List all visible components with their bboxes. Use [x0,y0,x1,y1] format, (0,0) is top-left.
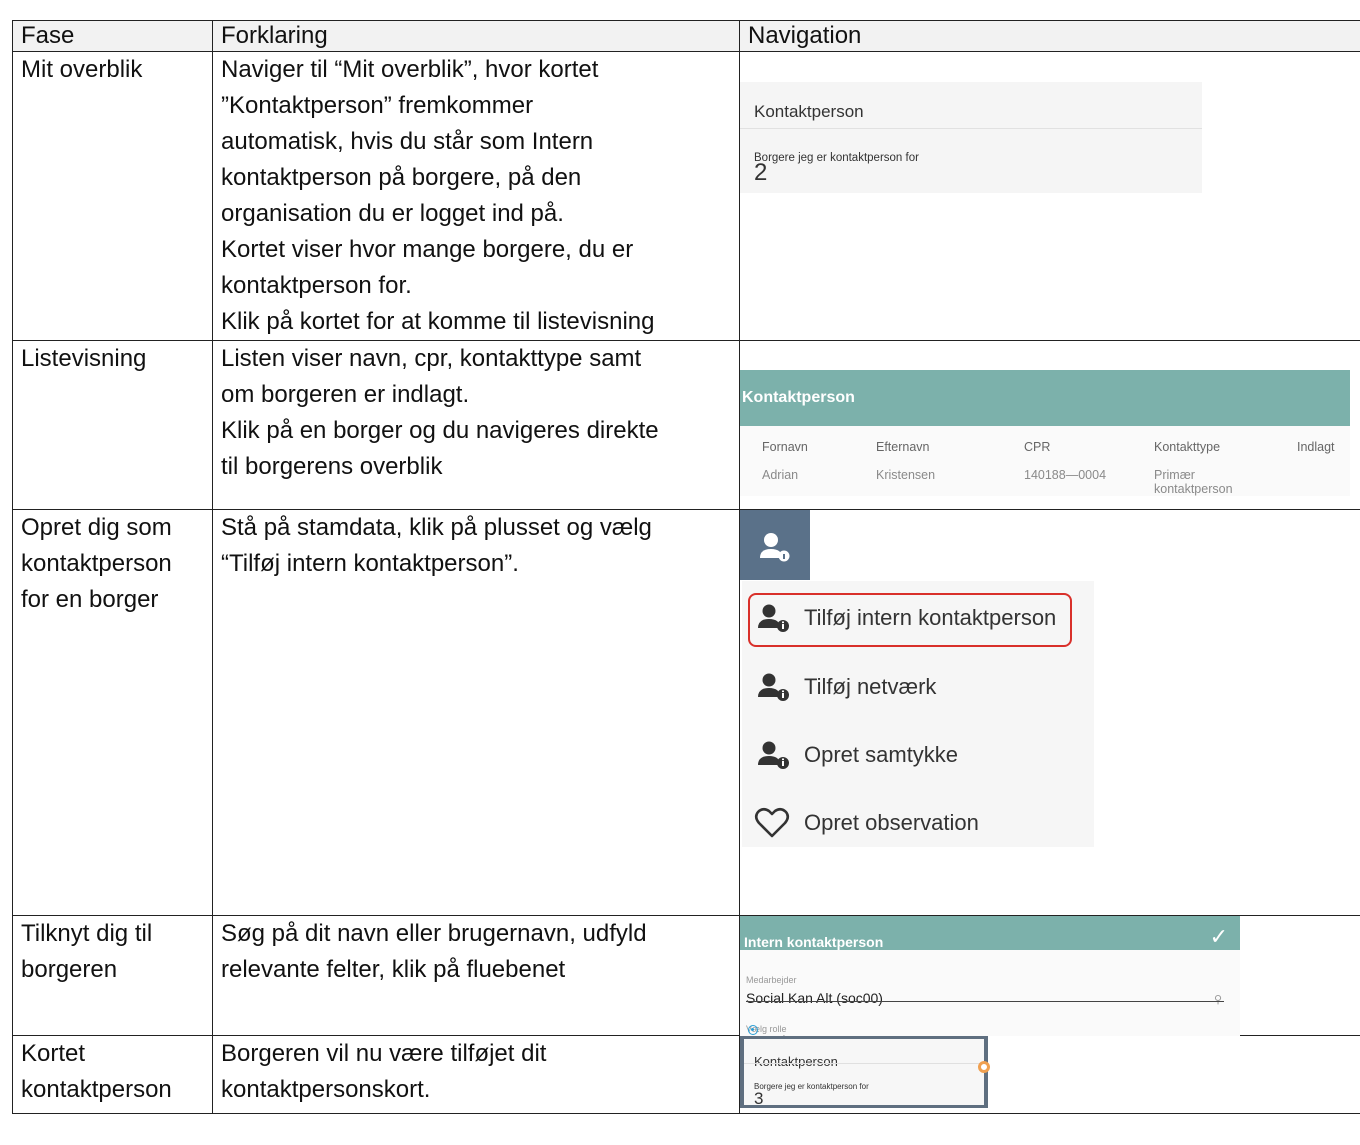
role-radio[interactable] [748,1025,758,1035]
add-contact-tile[interactable] [740,510,810,580]
phase-cell: Listevisning [12,340,213,510]
explanation-line: Søg på dit navn eller brugernavn, udfyld [221,920,647,947]
navigation-cell: Kontaktperson Borgere jeg er kontaktpers… [739,51,1360,341]
contact-type-cell: kontaktperson [1154,482,1233,496]
explanation-cell: Naviger til “Mit overblik”, hvor kortet … [212,51,740,341]
navigation-cell: Tilføj intern kontaktperson Tilføj netvæ… [739,509,1360,916]
updated-contact-card[interactable]: Kontaktperson Borgere jeg er kontaktpers… [740,1036,990,1108]
explanation-cell: Stå på stamdata, klik på plusset og vælg… [212,509,740,916]
first-name-cell: Adrian [762,468,799,482]
heart-outline-icon [754,807,790,838]
phase-text: Listevisning [21,345,147,372]
menu-item-label: Opret samtykke [804,742,959,767]
phase-text: for en borger [21,586,159,613]
phase-text: kontaktperson [21,1076,172,1103]
card-subtitle: Borgere jeg er kontaktperson for [754,152,919,164]
explanation-line: til borgerens overblik [221,453,443,480]
dialog-title: Intern kontaktperson [744,934,884,950]
menu-item-add-network[interactable]: Tilføj netværk [754,667,936,707]
table-row: Kortet kontaktperson Borgeren vil nu vær… [12,1035,1360,1114]
card-divider [744,1063,984,1064]
contact-list-view: Kontaktperson Fornavn Efternavn CPR Kont… [740,370,1350,496]
table-row: Listevisning Listen viser navn, cpr, kon… [12,340,1360,510]
explanation-line: Klik på en borger og du navigeres direkt… [221,417,659,444]
column-header[interactable]: Efternavn [876,440,930,454]
explanation-line: kontaktpersonskort. [221,1076,431,1103]
person-info-icon [758,673,789,701]
menu-item-label: Tilføj intern kontaktperson [804,605,1057,630]
explanation-line: Naviger til “Mit overblik”, hvor kortet [221,56,599,83]
cpr-cell: 140188—0004 [1024,468,1107,482]
menu-item-add-intern-contact[interactable]: Tilføj intern kontaktperson [754,598,1056,638]
list-title: Kontaktperson [742,389,855,406]
explanation-line: Stå på stamdata, klik på plusset og vælg [221,514,652,541]
person-info-icon [758,604,789,632]
contact-type-cell: Primær [1154,468,1195,482]
phase-text: kontaktperson [21,550,172,577]
explanation-cell: Borgeren vil nu være tilføjet dit kontak… [212,1035,740,1114]
explanation-line: Borgeren vil nu være tilføjet dit [221,1040,547,1067]
person-info-icon [760,533,790,562]
explanation-line: “Tilføj intern kontaktperson”. [221,550,519,577]
table-header-row: Fase Forklaring Navigation [12,20,1360,52]
explanation-line: kontaktperson for. [221,272,412,299]
plus-menu: Tilføj intern kontaktperson Tilføj netvæ… [742,581,1094,847]
phase-cell: Mit overblik [12,51,213,341]
card-subtitle: Borgere jeg er kontaktperson for [754,1082,869,1091]
column-header[interactable]: Kontakttype [1154,440,1220,454]
explanation-line: automatisk, hvis du står som Intern [221,128,594,155]
column-header[interactable]: CPR [1024,440,1050,454]
explanation-line: om borgeren er indlagt. [221,381,470,408]
phase-cell: Tilknyt dig til borgeren [12,915,213,1036]
column-header[interactable]: Fornavn [762,440,808,454]
field-underline [746,1001,1224,1002]
explanation-line: relevante felter, klik på fluebenet [221,956,566,983]
header-forklaring: Forklaring [212,20,740,52]
navigation-cell: Kontaktperson Fornavn Efternavn CPR Kont… [739,340,1360,510]
phase-cell: Kortet kontaktperson [12,1035,213,1114]
menu-item-label: Opret observation [804,810,979,835]
menu-item-create-observation[interactable]: Opret observation [754,803,979,843]
table-row: Mit overblik Naviger til “Mit overblik”,… [12,51,1360,341]
search-icon[interactable]: ⚲ [1214,982,1222,1018]
phase-text: Opret dig som [21,514,172,541]
table-row: Tilknyt dig til borgeren Søg på dit navn… [12,915,1360,1046]
phase-text: Tilknyt dig til [21,920,153,947]
explanation-line: kontaktperson på borgere, på den [221,164,582,191]
explanation-line: Kortet viser hvor mange borgere, du er [221,236,634,263]
person-info-icon [758,741,789,769]
ring-indicator-icon [978,1061,990,1073]
plus-menu-screenshot: Tilføj intern kontaktperson Tilføj netvæ… [740,510,1100,847]
explanation-line: ”Kontaktperson” fremkommer [221,92,534,119]
explanation-cell: Listen viser navn, cpr, kontakttype samt… [212,340,740,510]
explanation-line: Listen viser navn, cpr, kontakttype samt [221,345,642,372]
navigation-cell: Intern kontaktperson ✓ Medarbejder Socia… [739,915,1360,1046]
card-count: 3 [754,1089,764,1108]
phase-text: borgeren [21,956,118,983]
guide-table: Fase Forklaring Navigation Mit overblik … [12,20,1360,1114]
card-divider [740,128,1202,129]
dialog-header-bar: Intern kontaktperson ✓ [740,916,1240,950]
checkmark-icon[interactable]: ✓ [1210,919,1228,955]
explanation-line: Klik på kortet for at komme til listevis… [221,308,655,335]
phase-text: Kortet [21,1040,86,1067]
header-fase: Fase [12,20,213,52]
table-row: Opret dig som kontaktperson for en borge… [12,509,1360,916]
explanation-cell: Søg på dit navn eller brugernavn, udfyld… [212,915,740,1036]
intern-contact-dialog: Intern kontaktperson ✓ Medarbejder Socia… [740,916,1240,1046]
header-navigation: Navigation [739,20,1360,52]
card-count: 2 [754,159,768,186]
last-name-cell: Kristensen [876,468,936,482]
card-body: Kontaktperson Borgere jeg er kontaktpers… [744,1039,990,1108]
menu-item-label: Tilføj netværk [804,674,937,699]
navigation-cell: Kontaktperson Borgere jeg er kontaktpers… [739,1035,1360,1114]
overview-contact-card[interactable]: Kontaktperson Borgere jeg er kontaktpers… [740,82,1202,193]
phase-cell: Opret dig som kontaktperson for en borge… [12,509,213,916]
card-title: Kontaktperson [754,102,864,121]
menu-item-create-consent[interactable]: Opret samtykke [754,735,958,775]
explanation-line: organisation du er logget ind på. [221,200,564,227]
column-header[interactable]: Indlagt [1297,440,1335,454]
phase-text: Mit overblik [21,56,143,83]
list-header-bar: Kontaktperson [740,370,1350,426]
